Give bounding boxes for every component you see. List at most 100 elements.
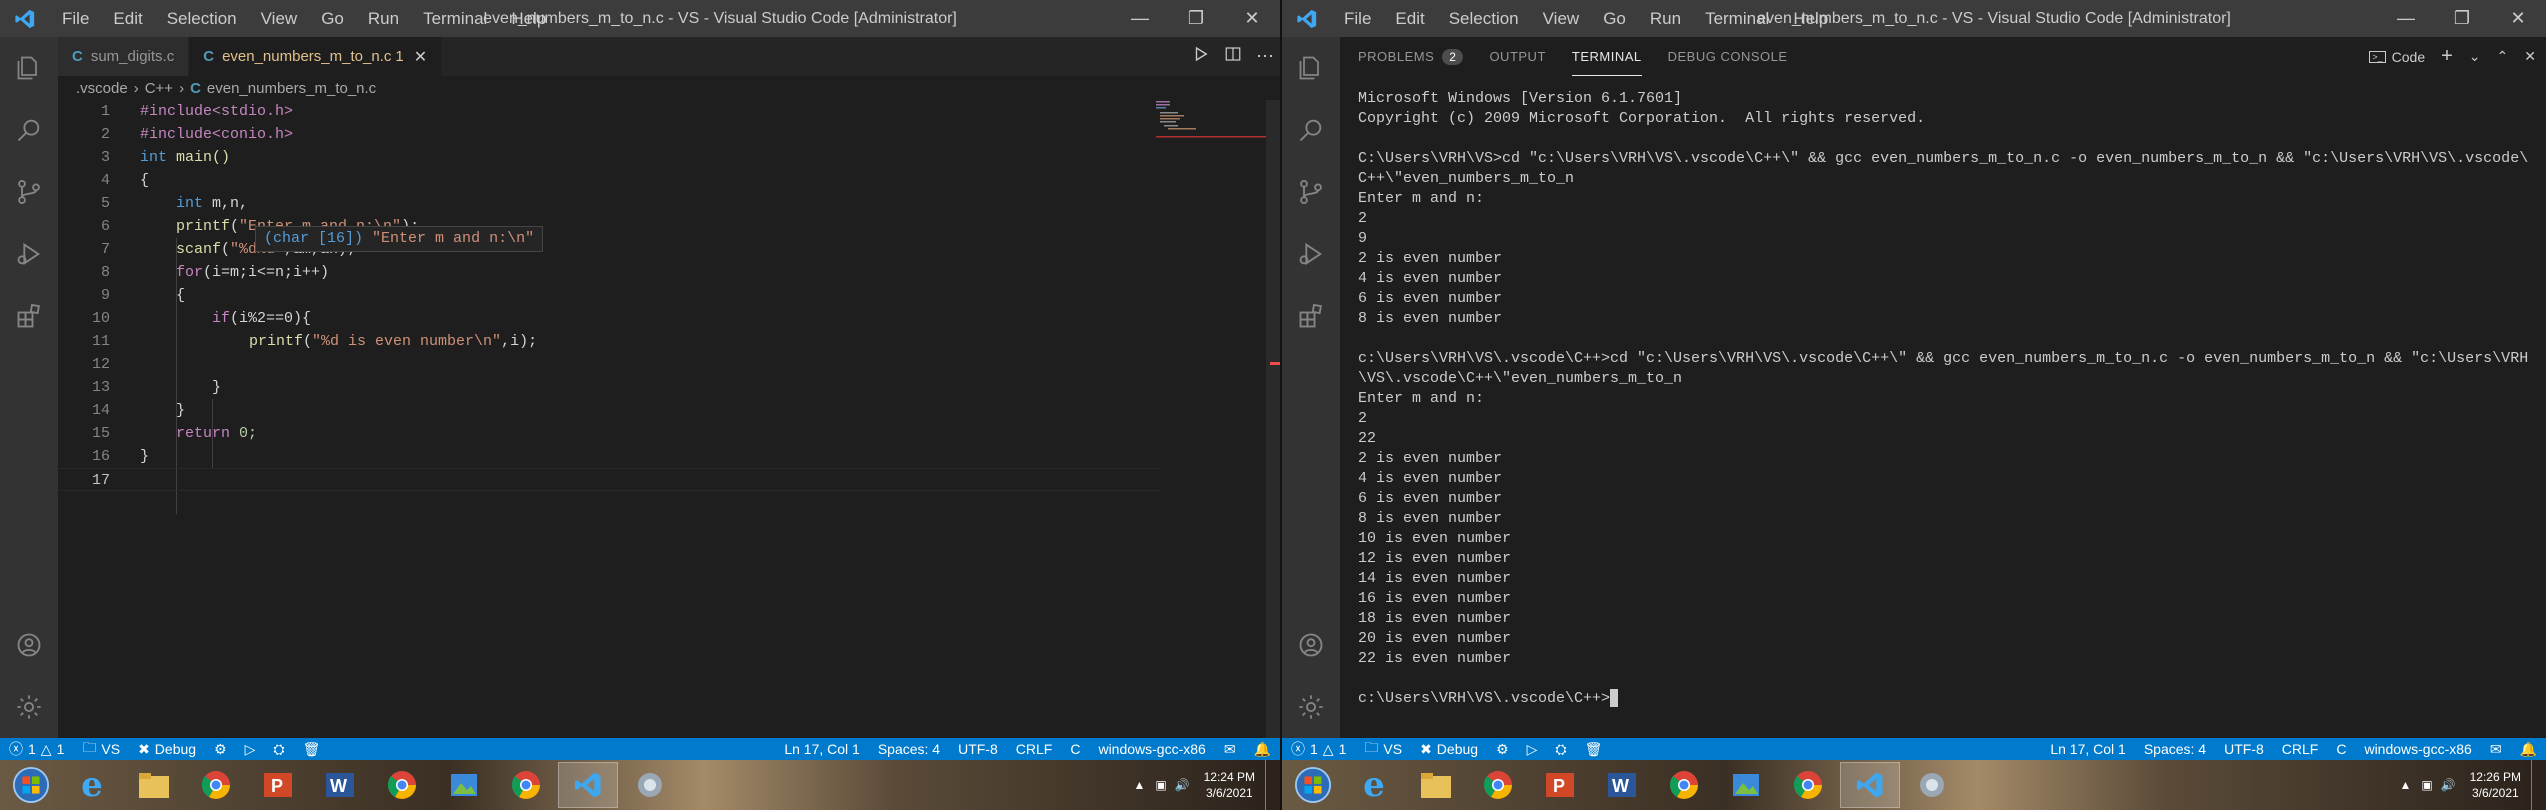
tray-expand-icon[interactable]: ▲ [1127,778,1151,792]
chrome-icon[interactable] [372,762,432,808]
restore-icon[interactable]: ❐ [2434,0,2490,37]
cursor-position[interactable]: Ln 17, Col 1 [775,741,869,757]
internet-explorer-icon[interactable]: e [62,762,122,808]
manage-gear-icon[interactable] [1282,676,1340,738]
run-debug-icon[interactable] [0,223,58,285]
minimap[interactable] [1156,100,1266,140]
indentation[interactable]: Spaces: 4 [869,741,949,757]
show-desktop-button[interactable] [2531,760,2546,810]
debug-status[interactable]: ✖ Debug [129,741,205,758]
menu-run[interactable]: Run [1638,0,1693,37]
menu-go[interactable]: Go [309,0,356,37]
close-icon[interactable]: ✕ [2490,0,2546,37]
menu-view[interactable]: View [1531,0,1592,37]
chrome-icon[interactable] [496,762,556,808]
folder-status[interactable]: 🗀 VS [73,737,129,761]
tab-sum-digits[interactable]: C sum_digits.c [58,37,190,76]
accounts-icon[interactable] [1282,614,1340,676]
chrome-icon[interactable] [1778,762,1838,808]
menu-edit[interactable]: Edit [1383,0,1436,37]
language-mode[interactable]: C [1061,741,1089,757]
cpp-configuration[interactable]: windows-gcc-x86 [2355,741,2480,757]
new-terminal-icon[interactable]: + [2441,45,2453,68]
menu-help[interactable]: Help [499,0,558,37]
chevron-down-icon[interactable]: ⌄ [2469,48,2481,65]
terminal-output[interactable]: Microsoft Windows [Version 6.1.7601] Cop… [1358,89,2536,709]
terminal-select[interactable]: >_ Code [2369,49,2425,65]
notifications-bell-icon[interactable]: 🔔 [2511,741,2546,758]
run-icon[interactable]: ▷ [1518,741,1547,758]
minimize-icon[interactable]: — [2378,0,2434,37]
cursor-position[interactable]: Ln 17, Col 1 [2041,741,2135,757]
vertical-scrollbar[interactable] [1266,100,1280,738]
feedback-icon[interactable]: ✉ [2481,741,2511,758]
debug-bug-icon[interactable]: ⛭ [264,741,293,758]
start-button-icon[interactable] [1282,760,1344,810]
close-icon[interactable]: ✕ [1224,0,1280,37]
app-icon[interactable] [620,762,680,808]
taskbar-clock[interactable]: 12:26 PM 3/6/2021 [2460,769,2531,801]
network-icon[interactable]: ▣ [2417,778,2436,792]
run-icon[interactable]: ▷ [236,741,265,758]
line-ending[interactable]: CRLF [1007,741,1062,757]
volume-icon[interactable]: 🔊 [2437,778,2460,792]
menu-go[interactable]: Go [1591,0,1638,37]
manage-gear-icon[interactable] [0,676,58,738]
problems-status[interactable]: ⓧ 1 △ 1 [0,739,73,759]
build-gear-icon[interactable]: ⚙ [1487,741,1518,758]
chrome-icon[interactable] [1654,762,1714,808]
chrome-icon[interactable] [1468,762,1528,808]
close-tab-icon[interactable]: ✕ [414,47,427,67]
tab-even-numbers[interactable]: C even_numbers_m_to_n.c 1 ✕ [189,37,443,76]
feedback-icon[interactable]: ✉ [1215,741,1245,758]
accounts-icon[interactable] [0,614,58,676]
tray-expand-icon[interactable]: ▲ [2393,778,2417,792]
tab-output[interactable]: OUTPUT [1489,37,1545,76]
folder-status[interactable]: 🗀 VS [1355,737,1411,761]
file-explorer-icon[interactable] [124,762,184,808]
tab-debug-console[interactable]: DEBUG CONSOLE [1668,37,1788,76]
menu-terminal[interactable]: Terminal [411,0,499,37]
powerpoint-icon[interactable]: P [1530,762,1590,808]
chrome-icon[interactable] [186,762,246,808]
powerpoint-icon[interactable]: P [248,762,308,808]
word-icon[interactable]: W [310,762,370,808]
source-control-icon[interactable] [1282,161,1340,223]
menu-run[interactable]: Run [356,0,411,37]
debug-status[interactable]: ✖ Debug [1411,741,1487,758]
language-mode[interactable]: C [2327,741,2355,757]
encoding[interactable]: UTF-8 [949,741,1007,757]
menu-file[interactable]: File [50,0,101,37]
vscode-taskbar-icon[interactable] [558,762,618,808]
vscode-taskbar-icon[interactable] [1840,762,1900,808]
source-control-icon[interactable] [0,161,58,223]
restore-icon[interactable]: ❐ [1168,0,1224,37]
internet-explorer-icon[interactable]: e [1344,762,1404,808]
menu-selection[interactable]: Selection [155,0,249,37]
photos-icon[interactable] [434,762,494,808]
cpp-configuration[interactable]: windows-gcc-x86 [1089,741,1214,757]
volume-icon[interactable]: 🔊 [1171,778,1194,792]
run-debug-icon[interactable] [1282,223,1340,285]
start-button-icon[interactable] [0,760,62,810]
breadcrumb-folder[interactable]: .vscode [76,80,128,97]
search-icon[interactable] [1282,99,1340,161]
extensions-icon[interactable] [1282,285,1340,347]
build-gear-icon[interactable]: ⚙ [205,741,236,758]
trash-icon[interactable]: 🗑 [294,741,330,758]
photos-icon[interactable] [1716,762,1776,808]
indentation[interactable]: Spaces: 4 [2135,741,2215,757]
file-explorer-icon[interactable] [1406,762,1466,808]
menu-file[interactable]: File [1332,0,1383,37]
explorer-icon[interactable] [1282,37,1340,99]
app-icon[interactable] [1902,762,1962,808]
notifications-bell-icon[interactable]: 🔔 [1245,741,1280,758]
breadcrumb-folder[interactable]: C++ [145,80,173,97]
close-panel-icon[interactable]: ✕ [2524,48,2536,65]
menu-selection[interactable]: Selection [1437,0,1531,37]
search-icon[interactable] [0,99,58,161]
encoding[interactable]: UTF-8 [2215,741,2273,757]
extensions-icon[interactable] [0,285,58,347]
more-actions-icon[interactable]: ⋯ [1256,46,1274,67]
network-icon[interactable]: ▣ [1151,778,1170,792]
